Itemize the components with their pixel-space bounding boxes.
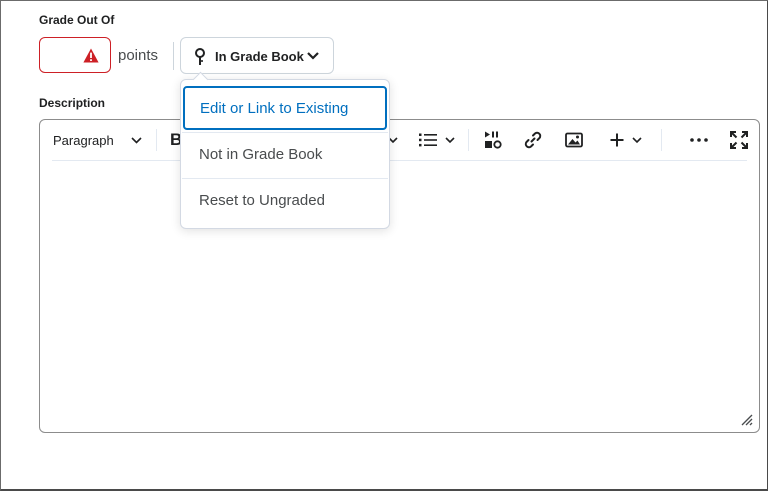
- fullscreen-icon: [730, 131, 748, 149]
- image-icon: [565, 132, 583, 148]
- in-grade-book-label: In Grade Book: [215, 49, 304, 64]
- grade-item-icon: [195, 48, 205, 65]
- insert-image-button[interactable]: [565, 128, 583, 152]
- plus-icon: [610, 133, 624, 147]
- toolbar-divider: [468, 129, 469, 151]
- divider: [173, 42, 174, 70]
- insert-media-button[interactable]: [484, 128, 502, 152]
- link-icon: [524, 131, 542, 149]
- menu-item-reset-to-ungraded[interactable]: Reset to Ungraded: [181, 178, 389, 224]
- media-icon: [485, 131, 502, 149]
- menu-item-edit-or-link[interactable]: Edit or Link to Existing: [183, 86, 387, 130]
- chevron-down-icon: [445, 136, 455, 143]
- menu-item-not-in-grade-book[interactable]: Not in Grade Book: [181, 132, 389, 178]
- insert-more-button[interactable]: [610, 128, 642, 152]
- toolbar-divider: [661, 129, 662, 151]
- warning-icon: [83, 48, 99, 63]
- toolbar-divider-line: [52, 160, 747, 161]
- chevron-down-icon: [632, 136, 642, 143]
- more-icon: [690, 138, 708, 142]
- points-unit: points: [118, 47, 159, 64]
- description-editor[interactable]: Paragraph B: [39, 119, 760, 433]
- format-select[interactable]: Paragraph: [53, 128, 142, 152]
- insert-link-button[interactable]: [524, 128, 542, 152]
- in-grade-book-button[interactable]: In Grade Book: [180, 37, 334, 74]
- toolbar-divider: [156, 129, 157, 151]
- grade-out-of-label: Grade Out Of: [39, 13, 115, 27]
- description-label: Description: [39, 96, 106, 110]
- list-icon: [419, 133, 437, 147]
- format-select-value: Paragraph: [53, 132, 114, 148]
- resize-handle-icon[interactable]: [741, 414, 753, 426]
- chevron-down-icon: [307, 52, 319, 60]
- fullscreen-button[interactable]: [730, 128, 748, 152]
- list-button[interactable]: [419, 128, 455, 152]
- grade-points-input[interactable]: [39, 37, 111, 73]
- chevron-down-icon: [131, 136, 142, 144]
- more-actions-button[interactable]: [690, 128, 708, 152]
- description-content[interactable]: [54, 170, 745, 412]
- grade-book-dropdown-menu: Edit or Link to Existing Not in Grade Bo…: [180, 71, 390, 229]
